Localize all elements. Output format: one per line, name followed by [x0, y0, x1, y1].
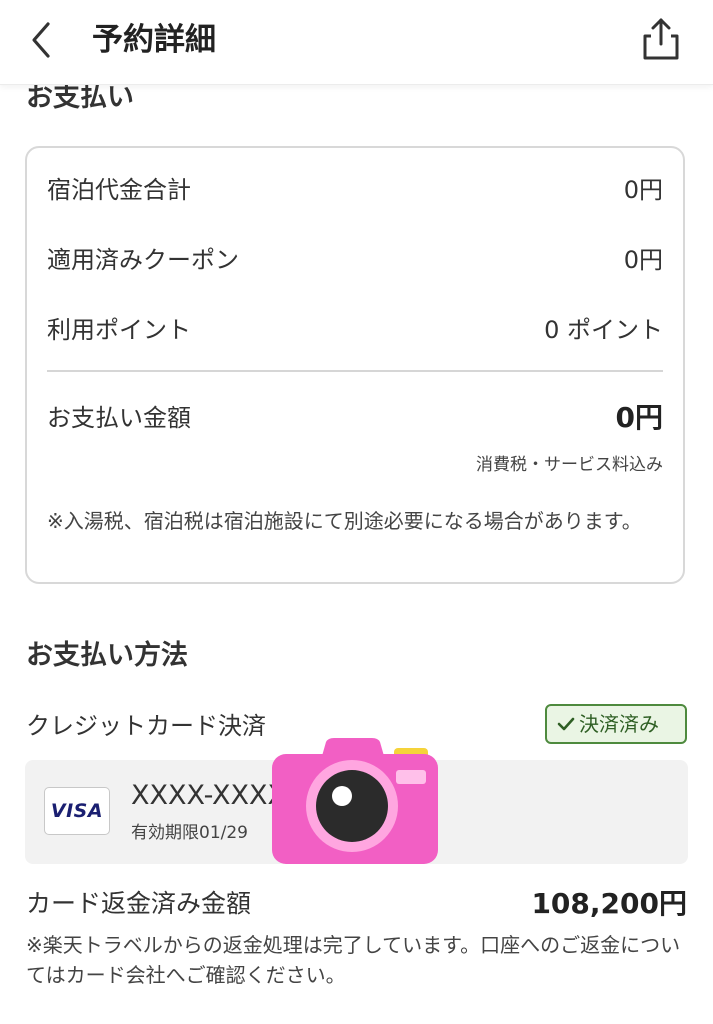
refund-amount: 108,200円	[531, 887, 687, 920]
page-title: 予約詳細	[92, 22, 216, 58]
total-value: 0円	[615, 401, 663, 434]
row-value: 0円	[623, 176, 663, 204]
row-label: 利用ポイント	[47, 316, 191, 344]
visa-logo: VISA	[44, 787, 110, 835]
tax-disclaimer: ※入湯税、宿泊税は宿泊施設にて別途必要になる場合があります。	[47, 509, 642, 533]
refund-label: カード返金済み金額	[26, 889, 252, 918]
back-button[interactable]	[22, 18, 66, 62]
camera-sticker	[272, 738, 438, 864]
refund-note: ※楽天トラベルからの返金処理は完了しています。口座へのご返金についてはカード会社…	[26, 933, 681, 987]
payment-method-title: お支払い方法	[26, 640, 188, 671]
check-icon	[557, 706, 579, 742]
row-value: 0 ポイント	[544, 316, 663, 344]
payment-row-coupon: 適用済みクーポン 0円	[47, 240, 663, 280]
payment-summary-card: 宿泊代金合計 0円 適用済みクーポン 0円 利用ポイント 0 ポイント お支払い…	[25, 146, 685, 584]
payment-row-accommodation: 宿泊代金合計 0円	[47, 170, 663, 210]
status-badge-label: 決済済み	[579, 712, 659, 736]
row-value: 0円	[623, 246, 663, 274]
row-label: 適用済みクーポン	[47, 246, 239, 274]
row-label: 宿泊代金合計	[47, 176, 191, 204]
payment-total-row: お支払い金額 0円	[47, 398, 663, 438]
reservation-detail-page: 予約詳細 お支払い 宿泊代金合計 0円 適用済みクーポン 0円 利用ポイント 0…	[0, 0, 713, 1024]
share-icon	[643, 18, 679, 60]
divider	[47, 370, 663, 372]
status-badge: 決済済み	[545, 704, 687, 744]
chevron-left-icon	[32, 22, 50, 58]
share-button[interactable]	[639, 16, 683, 62]
tax-note: 消費税・サービス料込み	[476, 455, 663, 475]
payment-section-title: お支払い	[26, 82, 134, 113]
app-header: 予約詳細	[0, 0, 713, 85]
payment-method-type: クレジットカード決済	[26, 712, 266, 740]
card-expiry: 有効期限01/29	[131, 823, 248, 843]
total-label: お支払い金額	[47, 404, 191, 432]
payment-row-points: 利用ポイント 0 ポイント	[47, 310, 663, 350]
